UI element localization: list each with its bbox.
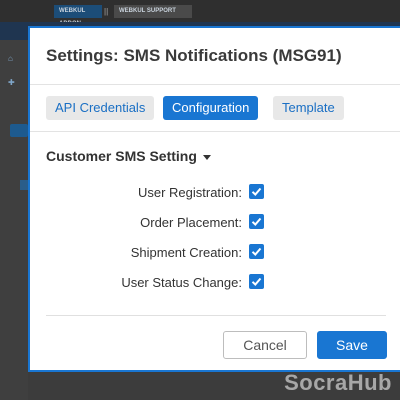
- top-bar: WEBKUL ADDON || WEBKUL SUPPORT: [0, 0, 400, 27]
- field-shipment-creation: Shipment Creation:: [30, 244, 400, 262]
- modal-title: Settings: SMS Notifications (MSG91): [46, 46, 342, 65]
- user-registration-checkbox[interactable]: [249, 184, 264, 199]
- sidebar: ⌂ ✚: [0, 40, 28, 400]
- field-order-placement: Order Placement:: [30, 214, 400, 232]
- webkul-addon-tab[interactable]: WEBKUL ADDON: [54, 5, 102, 27]
- field-label: Order Placement:: [140, 215, 242, 230]
- title-divider: [30, 84, 400, 85]
- tab-configuration[interactable]: Configuration: [163, 96, 259, 120]
- order-placement-checkbox[interactable]: [249, 214, 264, 229]
- cancel-button[interactable]: Cancel: [223, 331, 307, 359]
- field-user-registration: User Registration:: [30, 184, 400, 202]
- field-label: User Status Change:: [121, 275, 242, 290]
- tab-api-credentials[interactable]: API Credentials: [46, 96, 155, 120]
- arrow-icon[interactable]: ✚: [8, 78, 18, 87]
- user-status-change-checkbox[interactable]: [249, 274, 264, 289]
- tab-divider: [30, 131, 400, 132]
- section-title-label: Customer SMS Setting: [46, 148, 197, 164]
- section-customer-sms-setting[interactable]: Customer SMS Setting: [46, 148, 211, 164]
- save-button[interactable]: Save: [317, 331, 387, 359]
- check-icon: [251, 277, 262, 286]
- check-icon: [251, 217, 262, 226]
- field-label: Shipment Creation:: [130, 245, 242, 260]
- footer-divider: [46, 315, 386, 316]
- tab-separator: ||: [104, 7, 109, 16]
- background-button[interactable]: [10, 124, 28, 137]
- check-icon: [251, 247, 262, 256]
- check-icon: [251, 187, 262, 196]
- home-icon[interactable]: ⌂: [8, 54, 18, 63]
- settings-modal: Settings: SMS Notifications (MSG91) API …: [28, 26, 400, 372]
- field-user-status-change: User Status Change:: [30, 274, 400, 292]
- caret-down-icon: [202, 154, 211, 160]
- tab-template[interactable]: Template: [273, 96, 344, 120]
- watermark: SocraHub: [284, 370, 392, 395]
- shipment-creation-checkbox[interactable]: [249, 244, 264, 259]
- background-icon: [20, 180, 28, 190]
- webkul-support-tab[interactable]: WEBKUL SUPPORT: [114, 5, 192, 18]
- field-label: User Registration:: [137, 185, 242, 200]
